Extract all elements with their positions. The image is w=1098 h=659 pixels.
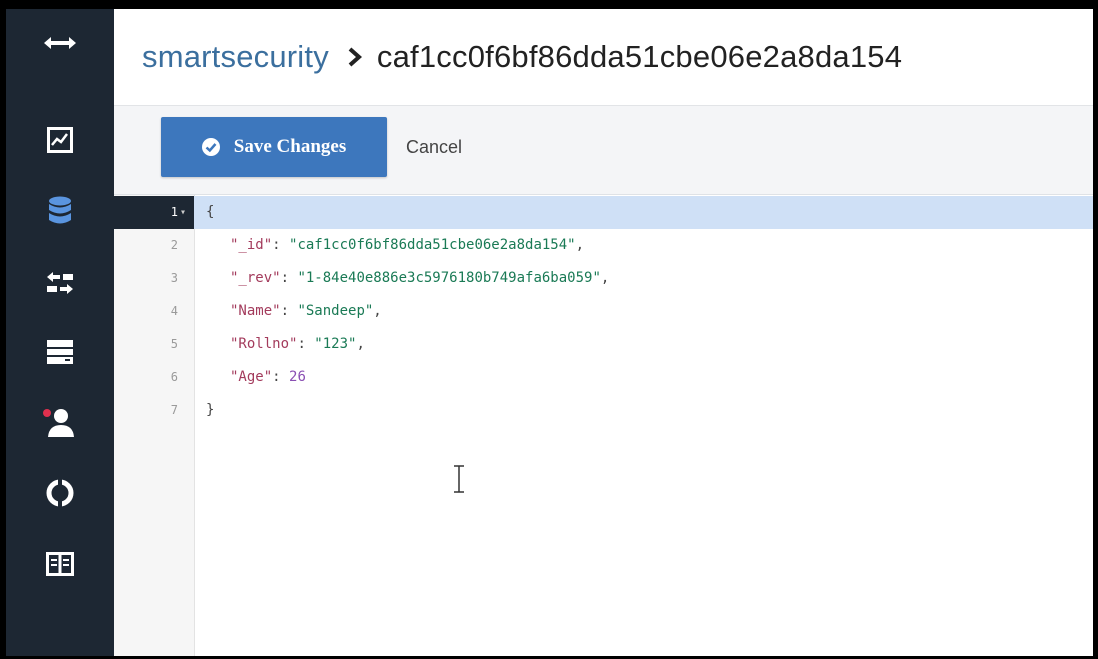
documentation-book-icon[interactable] [42, 546, 78, 582]
breadcrumb-database-link[interactable]: smartsecurity [142, 39, 329, 75]
code-line[interactable]: 3 "_rev": "1-84e40e886e3c5976180b749afa6… [114, 262, 1093, 295]
code-line[interactable]: 2 "_id": "caf1cc0f6bf86dda51cbe06e2a8da1… [114, 229, 1093, 262]
json-value: "caf1cc0f6bf86dda51cbe06e2a8da154" [289, 237, 576, 253]
line-number: 7 [170, 403, 178, 417]
json-value: 26 [289, 369, 306, 385]
json-value: "1-84e40e886e3c5976180b749afa6ba059" [297, 270, 601, 286]
code-line[interactable]: 6 "Age": 26 [114, 361, 1093, 394]
close-brace: } [206, 402, 215, 418]
check-circle-icon [201, 138, 220, 156]
chevron-right-icon [347, 46, 363, 68]
main-panel: smartsecurity caf1cc0f6bf86dda51cbe06e2a… [114, 9, 1093, 656]
code-line[interactable]: 4 "Name": "Sandeep", [114, 295, 1093, 328]
sidebar [6, 9, 114, 656]
json-value: "123" [314, 336, 357, 352]
replication-icon[interactable] [42, 265, 78, 301]
cancel-button[interactable]: Cancel [402, 117, 466, 177]
support-lifebuoy-icon[interactable] [42, 475, 78, 511]
line-number: 2 [170, 238, 178, 252]
user-notification-icon[interactable] [42, 405, 78, 441]
line-number: 3 [170, 271, 178, 285]
toolbar: Save Changes Cancel [114, 106, 1093, 195]
expand-arrows-icon[interactable] [42, 25, 78, 61]
text-cursor-icon [452, 464, 466, 494]
json-editor[interactable]: 1 ▾ { 2 "_id": "caf1cc0f6bf86dda51cbe06e… [114, 195, 1093, 656]
page-title: caf1cc0f6bf86dda51cbe06e2a8da154 [376, 39, 903, 74]
app-window: smartsecurity caf1cc0f6bf86dda51cbe06e2a… [6, 9, 1093, 656]
open-brace: { [206, 204, 215, 220]
breadcrumb: smartsecurity caf1cc0f6bf86dda51cbe06e2a… [114, 9, 1093, 106]
line-number: 5 [170, 337, 178, 351]
activity-chart-icon[interactable] [42, 122, 78, 158]
line-number: 4 [170, 304, 178, 318]
json-value: "Sandeep" [297, 303, 374, 319]
database-icon[interactable] [42, 193, 78, 229]
json-key: "_id" [230, 237, 273, 253]
code-line[interactable]: 1 ▾ { [114, 196, 1093, 229]
code-line[interactable]: 7 } [114, 394, 1093, 427]
save-changes-label: Save Changes [233, 136, 347, 157]
fold-toggle-icon[interactable]: ▾ [180, 196, 186, 229]
json-key: "_rev" [230, 270, 281, 286]
json-key: "Rollno" [230, 336, 298, 352]
code-line[interactable]: 5 "Rollno": "123", [114, 328, 1093, 361]
server-icon[interactable] [42, 334, 78, 370]
json-key: "Age" [230, 369, 273, 385]
line-number: 6 [170, 370, 178, 384]
json-key: "Name" [230, 303, 281, 319]
save-changes-button[interactable]: Save Changes [161, 117, 387, 177]
